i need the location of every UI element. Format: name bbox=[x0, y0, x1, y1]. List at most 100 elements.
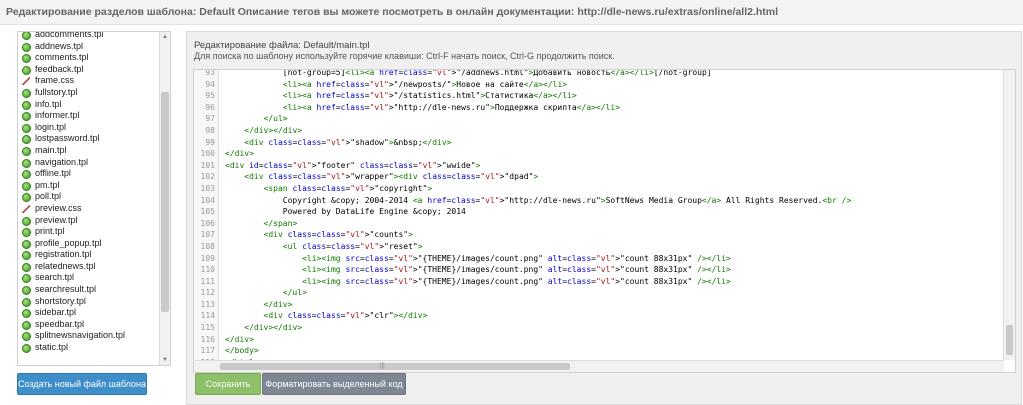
code-editor[interactable]: 93 [not-group=5]<li><a href=class="vl">"… bbox=[193, 69, 1016, 373]
file-list-item[interactable]: pm.tpl bbox=[18, 180, 158, 192]
code-line[interactable]: 104 Copyright &copy; 2004-2014 <a href=c… bbox=[194, 195, 1002, 207]
format-selection-button[interactable]: Форматировать выделенный код bbox=[262, 373, 406, 395]
file-list-item[interactable]: speedbar.tpl bbox=[18, 319, 158, 331]
line-number: 103 bbox=[200, 183, 215, 193]
tpl-icon bbox=[22, 262, 31, 272]
file-name: profile_popup.tpl bbox=[35, 237, 102, 248]
file-name: sidebar.tpl bbox=[35, 307, 77, 318]
file-list-item[interactable]: relatednews.tpl bbox=[18, 261, 158, 273]
file-list-item[interactable]: addcomments.tpl bbox=[18, 31, 158, 41]
file-list-item[interactable]: static.tpl bbox=[18, 342, 158, 354]
code-line[interactable]: 107 <div class=class="vl">"counts"> bbox=[194, 229, 1002, 241]
editing-file-label: Редактирование файла: Default/main.tpl bbox=[194, 40, 370, 51]
file-list-item[interactable]: registration.tpl bbox=[18, 249, 158, 261]
code-line[interactable]: 110 <li><img src=class="vl">"{THEME}/ima… bbox=[194, 264, 1002, 276]
file-tree-scrollbar[interactable]: ▲ ▼ bbox=[159, 32, 170, 365]
file-list-item[interactable]: print.tpl bbox=[18, 226, 158, 238]
file-list-item[interactable]: profile_popup.tpl bbox=[18, 238, 158, 250]
code-line[interactable]: 111 <li><img src=class="vl">"{THEME}/ima… bbox=[194, 276, 1002, 288]
code-line[interactable]: 105 Powered by DataLife Engine &copy; 20… bbox=[194, 206, 1002, 218]
line-number: 106 bbox=[200, 218, 215, 228]
file-name: relatednews.tpl bbox=[35, 260, 96, 271]
file-name: registration.tpl bbox=[35, 249, 92, 260]
file-name: addcomments.tpl bbox=[35, 31, 104, 39]
file-list-item[interactable]: info.tpl bbox=[18, 99, 158, 111]
code-line[interactable]: 101 <div id=class="vl">"footer" class=cla… bbox=[194, 160, 1002, 172]
file-list-item[interactable]: main.tpl bbox=[18, 145, 158, 157]
code-line[interactable]: 103 <span class=class="vl">"copyright"> bbox=[194, 183, 1002, 195]
code-line[interactable]: 97 </ul> bbox=[194, 113, 1002, 125]
line-source: </body> bbox=[225, 346, 259, 356]
line-source: <span class=class="vl">"copyright"> bbox=[263, 183, 433, 193]
file-name: frame.css bbox=[35, 75, 75, 86]
code-line[interactable]: 106 </span> bbox=[194, 218, 1002, 230]
file-list-item[interactable]: offline.tpl bbox=[18, 168, 158, 180]
code-line[interactable]: 100 </div> bbox=[194, 148, 1002, 160]
scroll-thumb[interactable] bbox=[220, 363, 570, 370]
file-list-item[interactable]: frame.css bbox=[18, 75, 158, 87]
file-list-item[interactable]: preview.tpl bbox=[18, 215, 158, 227]
code-line[interactable]: 114 <div class=class="vl">"clr"></div> bbox=[194, 310, 1002, 322]
file-name: info.tpl bbox=[35, 98, 62, 109]
line-number: 99 bbox=[205, 137, 215, 147]
file-list-item[interactable]: sidebar.tpl bbox=[18, 307, 158, 319]
file-tree[interactable]: addcomments.tpl addnews.tpl comments.tpl fe… bbox=[17, 31, 171, 366]
code-line[interactable]: 93 [not-group=5]<li><a href=class="vl">"… bbox=[194, 70, 1002, 79]
create-template-button[interactable]: Создать новый файл шаблона bbox=[17, 373, 147, 395]
line-source: Copyright &copy; 2004-2014 <a href=class… bbox=[225, 195, 852, 205]
code-line[interactable]: 108 <ul class=class="vl">"reset"> bbox=[194, 241, 1002, 253]
file-list-item[interactable]: login.tpl bbox=[18, 122, 158, 134]
editor-panel: Редактирование файла: Default/main.tpl Д… bbox=[186, 31, 1022, 405]
line-source: Powered by DataLife Engine &copy; 2014 bbox=[225, 207, 466, 217]
code-line[interactable]: 113 </div> bbox=[194, 299, 1002, 311]
code-line[interactable]: 116 </div> bbox=[194, 334, 1002, 346]
file-list-item[interactable]: shortstory.tpl bbox=[18, 296, 158, 308]
file-list-item[interactable]: poll.tpl bbox=[18, 191, 158, 203]
tpl-icon bbox=[22, 170, 31, 180]
file-name: static.tpl bbox=[35, 342, 69, 353]
file-list-item[interactable]: addnews.tpl bbox=[18, 41, 158, 53]
code-line[interactable]: 117 </body> bbox=[194, 345, 1002, 357]
code-line[interactable]: 98 </div></div> bbox=[194, 125, 1002, 137]
editor-vertical-scrollbar[interactable] bbox=[1003, 70, 1015, 360]
file-list-item[interactable]: feedback.tpl bbox=[18, 64, 158, 76]
file-list-item[interactable]: informer.tpl bbox=[18, 110, 158, 122]
line-source: <div class=class="vl">"wrapper"><div cla… bbox=[244, 172, 539, 182]
line-number: 98 bbox=[205, 125, 215, 135]
file-name: poll.tpl bbox=[35, 191, 62, 202]
code-area[interactable]: 93 [not-group=5]<li><a href=class="vl">"… bbox=[194, 70, 1002, 372]
line-number: 113 bbox=[200, 299, 215, 309]
line-number: 107 bbox=[200, 230, 215, 240]
code-line[interactable]: 94 <li><a href=class="vl">"/newposts/">Н… bbox=[194, 79, 1002, 91]
scroll-thumb[interactable] bbox=[1006, 325, 1013, 355]
file-name: login.tpl bbox=[35, 121, 67, 132]
file-list-item[interactable]: comments.tpl bbox=[18, 52, 158, 64]
file-list-item[interactable]: search.tpl bbox=[18, 272, 158, 284]
code-line[interactable]: 115 </div></div> bbox=[194, 322, 1002, 334]
line-number: 102 bbox=[200, 172, 215, 182]
code-line[interactable]: 96 <li><a href=class="vl">"http://dle-ne… bbox=[194, 102, 1002, 114]
file-name: pm.tpl bbox=[35, 179, 60, 190]
file-name: offline.tpl bbox=[35, 168, 71, 179]
save-button[interactable]: Сохранить bbox=[195, 373, 261, 395]
file-list-item[interactable]: splitnewsnavigation.tpl bbox=[18, 330, 158, 342]
code-line[interactable]: 95 <li><a href=class="vl">"/statistics.h… bbox=[194, 90, 1002, 102]
code-line[interactable]: 109 <li><img src=class="vl">"{THEME}/ima… bbox=[194, 253, 1002, 265]
file-list-item[interactable]: preview.css bbox=[18, 203, 158, 215]
file-list-item[interactable]: searchresult.tpl bbox=[18, 284, 158, 296]
tpl-icon bbox=[22, 65, 31, 75]
code-line[interactable]: 99 <div class=class="vl">"shadow">&nbsp;… bbox=[194, 137, 1002, 149]
code-line[interactable]: 102 <div class=class="vl">"wrapper"><div… bbox=[194, 171, 1002, 183]
code-line[interactable]: 112 </ul> bbox=[194, 287, 1002, 299]
line-number: 112 bbox=[200, 288, 215, 298]
scroll-down-arrow-icon[interactable]: ▼ bbox=[160, 355, 170, 365]
css-icon bbox=[22, 77, 30, 86]
line-source: </ul> bbox=[282, 288, 307, 298]
scroll-thumb[interactable] bbox=[161, 92, 169, 312]
file-list-item[interactable]: navigation.tpl bbox=[18, 157, 158, 169]
editor-horizontal-scrollbar[interactable]: ||| bbox=[194, 360, 1004, 372]
file-list-item[interactable]: lostpassword.tpl bbox=[18, 133, 158, 145]
tpl-icon bbox=[22, 274, 31, 284]
file-list-item[interactable]: fullstory.tpl bbox=[18, 87, 158, 99]
scroll-up-arrow-icon[interactable]: ▲ bbox=[160, 32, 170, 42]
